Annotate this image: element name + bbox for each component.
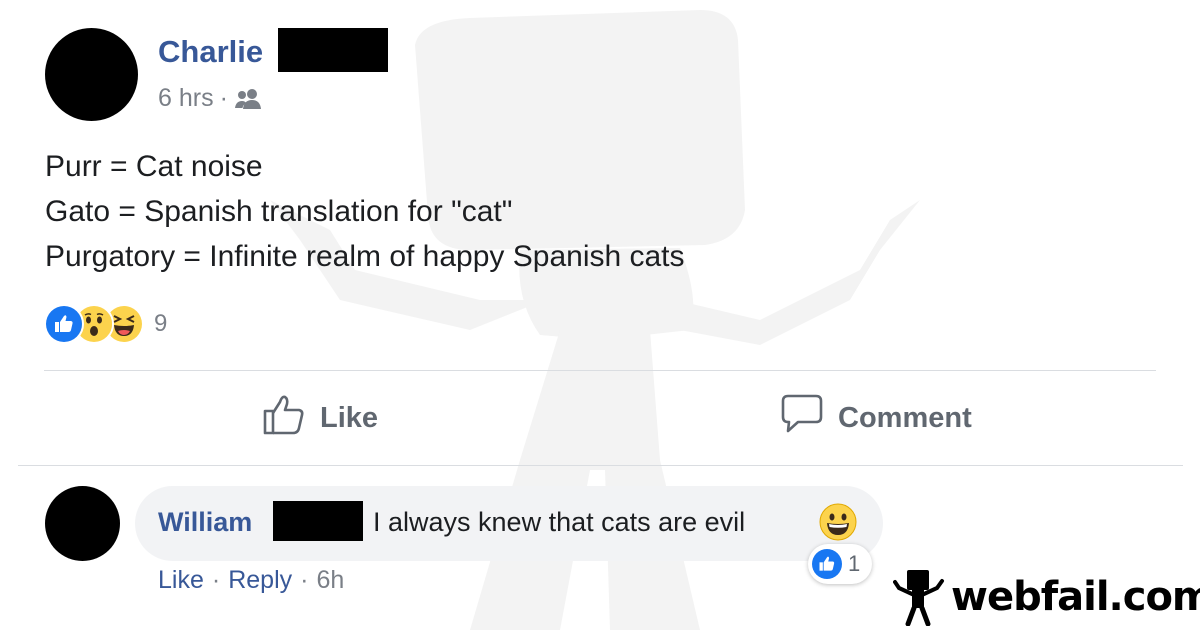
comment-actions: Like · Reply · 6h xyxy=(158,566,344,595)
grinning-face-icon xyxy=(818,502,858,542)
post-author-name[interactable]: Charlie xyxy=(158,34,263,70)
like-reaction-icon xyxy=(812,549,842,579)
comment-like-link[interactable]: Like xyxy=(158,566,204,595)
friends-icon[interactable] xyxy=(234,87,264,111)
redacted-surname xyxy=(278,28,388,72)
reaction-summary[interactable]: 9 xyxy=(44,304,168,344)
post-line: Purgatory = Infinite realm of happy Span… xyxy=(45,240,685,273)
post-line: Gato = Spanish translation for "cat" xyxy=(45,195,513,228)
webfail-site-name: webfail.com xyxy=(951,574,1200,620)
webfail-logo-icon xyxy=(893,570,944,626)
webfail-watermark: webfail.com xyxy=(893,567,1200,627)
post-author-avatar[interactable] xyxy=(45,28,138,121)
comment-reaction-summary[interactable]: 1 xyxy=(808,544,873,584)
post-body: Purr = Cat noise Gato = Spanish translat… xyxy=(45,144,685,279)
redacted-surname xyxy=(273,501,363,541)
comment-separator: · xyxy=(211,566,221,594)
thumbs-up-icon xyxy=(262,393,306,443)
meta-separator: · xyxy=(219,84,228,112)
divider xyxy=(18,465,1183,466)
post-timestamp[interactable]: 6 hrs xyxy=(158,84,214,113)
comment-reaction-count: 1 xyxy=(848,551,861,576)
commenter-name[interactable]: William xyxy=(158,507,252,538)
comment-button-label: Comment xyxy=(838,401,972,434)
post-meta: 6 hrs · xyxy=(158,84,264,113)
comment-button[interactable]: Comment xyxy=(780,393,972,443)
post-line: Purr = Cat noise xyxy=(45,150,263,183)
comment-timestamp[interactable]: 6h xyxy=(316,566,344,595)
commenter-avatar[interactable] xyxy=(45,486,120,561)
comment-separator: · xyxy=(300,566,309,594)
reaction-count: 9 xyxy=(154,310,168,337)
like-button[interactable]: Like xyxy=(262,393,378,443)
comment-bubble-icon xyxy=(780,393,824,443)
like-button-label: Like xyxy=(320,401,379,434)
like-reaction-icon xyxy=(44,304,84,344)
divider xyxy=(44,370,1156,371)
comment-text: I always knew that cats are evil xyxy=(373,507,746,537)
comment-reply-link[interactable]: Reply xyxy=(228,566,292,595)
